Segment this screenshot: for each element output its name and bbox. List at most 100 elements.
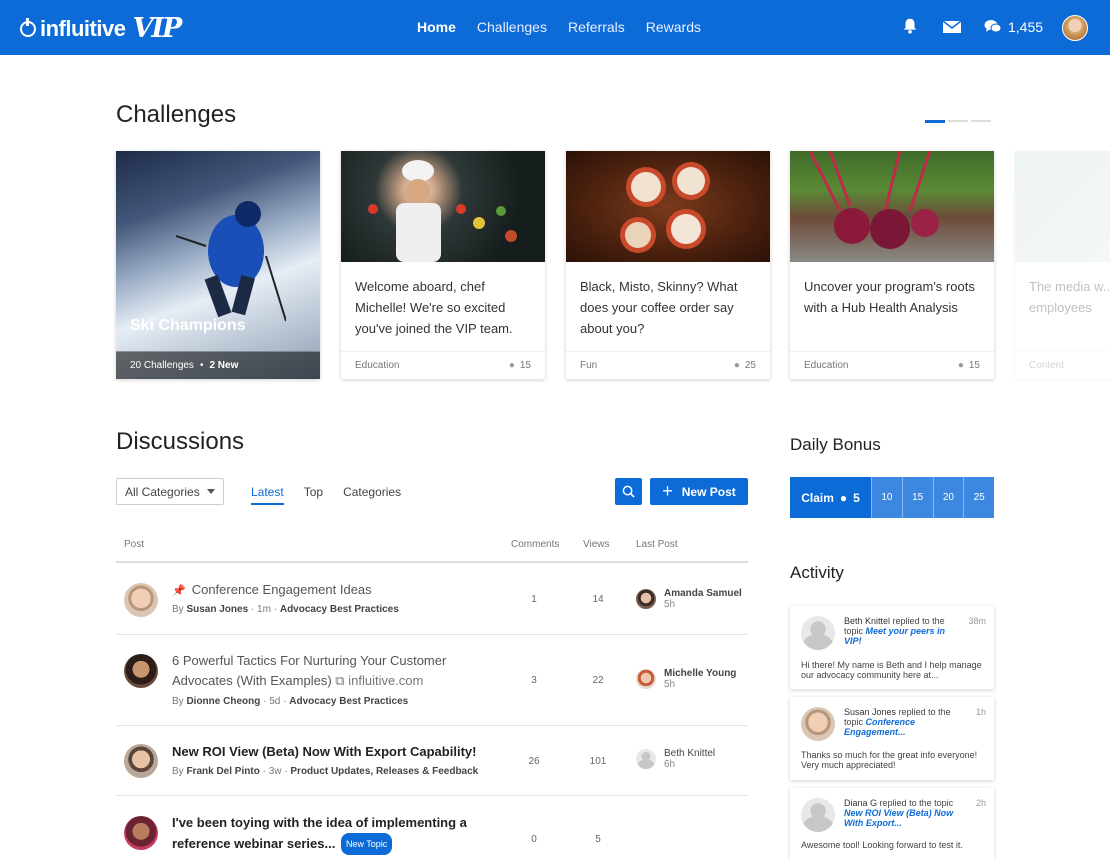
challenge-card[interactable]: Welcome aboard, chef Michelle! We're so … bbox=[341, 151, 545, 379]
view-count: 22 bbox=[592, 675, 604, 686]
challenge-image bbox=[1015, 151, 1110, 262]
activity-item[interactable]: Diana G replied to the topic New ROI Vie… bbox=[790, 788, 994, 859]
last-poster[interactable]: Amanda Samuel bbox=[664, 588, 742, 599]
discussion-table-header: Post Comments Views Last Post bbox=[116, 534, 748, 563]
activity-user[interactable]: Diana G bbox=[844, 798, 877, 808]
avatar[interactable] bbox=[636, 589, 656, 609]
author-link[interactable]: Susan Jones bbox=[186, 604, 248, 615]
pager-dot[interactable] bbox=[925, 120, 945, 123]
challenge-category: Education bbox=[804, 360, 849, 371]
comment-count: 26 bbox=[528, 756, 540, 767]
brand-tier: VIP bbox=[132, 13, 182, 44]
table-row[interactable]: I've been toying with the idea of implem… bbox=[116, 796, 748, 859]
user-avatar[interactable] bbox=[1062, 15, 1088, 41]
activity-time: 38m bbox=[968, 616, 986, 626]
avatar[interactable] bbox=[124, 654, 158, 688]
nav-rewards[interactable]: Rewards bbox=[646, 19, 701, 35]
category-link[interactable]: Advocacy Best Practices bbox=[289, 696, 408, 707]
last-poster[interactable]: Beth Knittel bbox=[664, 748, 715, 759]
challenge-category: Content bbox=[1029, 360, 1065, 371]
topic-title[interactable]: New ROI View (Beta) Now With Export Capa… bbox=[172, 742, 482, 762]
col-post: Post bbox=[124, 539, 145, 550]
last-post-time: 6h bbox=[664, 759, 676, 770]
external-link-icon: ⧉ bbox=[335, 673, 345, 688]
avatar[interactable] bbox=[124, 583, 158, 617]
activity-user[interactable]: Beth Knittel bbox=[844, 616, 890, 626]
brand-logo[interactable]: influitive VIP bbox=[20, 13, 182, 44]
activity-item[interactable]: Beth Knittel replied to the topic Meet y… bbox=[790, 606, 994, 689]
challenge-footer: Education ● 15 bbox=[790, 351, 994, 379]
challenges-title: Challenges bbox=[116, 101, 237, 128]
tab-top[interactable]: Top bbox=[304, 485, 323, 505]
challenge-text: Uncover your program's roots with a Hub … bbox=[804, 279, 975, 315]
claim-button[interactable]: Claim ● 5 bbox=[790, 477, 871, 518]
activity-text: Hi there! My name is Beth and I help man… bbox=[801, 660, 982, 680]
bell-icon[interactable] bbox=[901, 17, 919, 35]
pager-dot[interactable] bbox=[948, 120, 968, 122]
pager-dot[interactable] bbox=[971, 120, 991, 122]
last-post: Beth Knittel 6h bbox=[636, 748, 715, 770]
nav-challenges[interactable]: Challenges bbox=[477, 19, 547, 35]
avatar[interactable] bbox=[801, 616, 835, 650]
category-filter[interactable]: All Categories bbox=[116, 478, 224, 505]
avatar[interactable] bbox=[124, 744, 158, 778]
topic-meta: By Frank Del Pinto · 3w · Product Update… bbox=[172, 766, 479, 777]
tab-categories[interactable]: Categories bbox=[343, 485, 401, 505]
avatar[interactable] bbox=[801, 798, 835, 832]
skier-image bbox=[176, 201, 286, 322]
challenge-category: Fun bbox=[580, 360, 598, 371]
challenge-footer: Education ● 15 bbox=[341, 351, 545, 379]
topic-meta: By Dionne Cheong · 5d · Advocacy Best Pr… bbox=[172, 696, 409, 707]
activity-user[interactable]: Susan Jones bbox=[844, 707, 896, 717]
tab-latest[interactable]: Latest bbox=[251, 485, 284, 505]
challenge-text: Welcome aboard, chef Michelle! We're so … bbox=[355, 279, 513, 336]
avatar[interactable] bbox=[636, 669, 656, 689]
new-count: 2 New bbox=[209, 360, 239, 371]
topic-title[interactable]: Conference Engagement Ideas bbox=[192, 582, 372, 597]
bonus-step: 10 bbox=[871, 477, 902, 518]
nav-referrals[interactable]: Referrals bbox=[568, 19, 625, 35]
last-post-time: 5h bbox=[664, 599, 676, 610]
challenge-points: 15 bbox=[519, 360, 531, 371]
activity-topic[interactable]: New ROI View (Beta) Now With Export... bbox=[844, 808, 953, 828]
table-row[interactable]: New ROI View (Beta) Now With Export Capa… bbox=[116, 726, 748, 796]
mail-icon[interactable] bbox=[942, 17, 962, 37]
last-poster[interactable]: Michelle Young bbox=[664, 668, 736, 679]
bonus-step: 25 bbox=[963, 477, 994, 518]
author-link[interactable]: Frank Del Pinto bbox=[186, 766, 259, 777]
author-link[interactable]: Dionne Cheong bbox=[186, 696, 260, 707]
search-button[interactable] bbox=[615, 478, 642, 505]
activity-item[interactable]: Susan Jones replied to the topic Confere… bbox=[790, 697, 994, 780]
new-post-button[interactable]: + New Post bbox=[650, 478, 748, 505]
topic-title[interactable]: I've been toying with the idea of implem… bbox=[172, 815, 467, 851]
discussions-title: Discussions bbox=[116, 428, 245, 455]
challenge-card-featured[interactable]: Ski Champions 20 Challenges • 2 New bbox=[116, 151, 320, 379]
view-count: 14 bbox=[592, 594, 604, 605]
category-link[interactable]: Advocacy Best Practices bbox=[280, 604, 399, 615]
points-counter[interactable]: 1,455 bbox=[984, 19, 1043, 35]
last-post-time: 5h bbox=[664, 679, 676, 690]
topic-meta: By Susan Jones · 1m · Advocacy Best Prac… bbox=[172, 604, 399, 615]
featured-challenge-footer: 20 Challenges • 2 New bbox=[116, 351, 320, 379]
table-row[interactable]: 6 Powerful Tactics For Nurturing Your Cu… bbox=[116, 635, 748, 726]
table-row[interactable]: 📌 Conference Engagement Ideas By Susan Jo… bbox=[116, 564, 748, 635]
topic-link[interactable]: influitive.com bbox=[348, 673, 423, 688]
last-post: Amanda Samuel 5h bbox=[636, 588, 742, 610]
new-topic-badge: New Topic bbox=[340, 833, 393, 855]
challenge-card[interactable]: Uncover your program's roots with a Hub … bbox=[790, 151, 994, 379]
challenge-card[interactable]: Black, Misto, Skinny? What does your cof… bbox=[566, 151, 770, 379]
power-icon bbox=[20, 17, 36, 37]
avatar[interactable] bbox=[124, 816, 158, 850]
bonus-step: 15 bbox=[901, 477, 933, 518]
category-link[interactable]: Product Updates, Releases & Feedback bbox=[290, 766, 478, 777]
activity-title: Activity bbox=[790, 563, 844, 582]
activity-time: 1h bbox=[975, 707, 986, 717]
avatar[interactable] bbox=[801, 707, 835, 741]
chat-icon: ● bbox=[839, 490, 848, 505]
avatar[interactable] bbox=[636, 749, 656, 769]
nav-home[interactable]: Home bbox=[417, 19, 456, 35]
caret-down-icon bbox=[207, 489, 215, 494]
challenge-card[interactable]: The media w... interview? In employees C… bbox=[1015, 151, 1110, 379]
carousel-pager[interactable] bbox=[925, 120, 991, 123]
col-views: Views bbox=[583, 539, 610, 550]
